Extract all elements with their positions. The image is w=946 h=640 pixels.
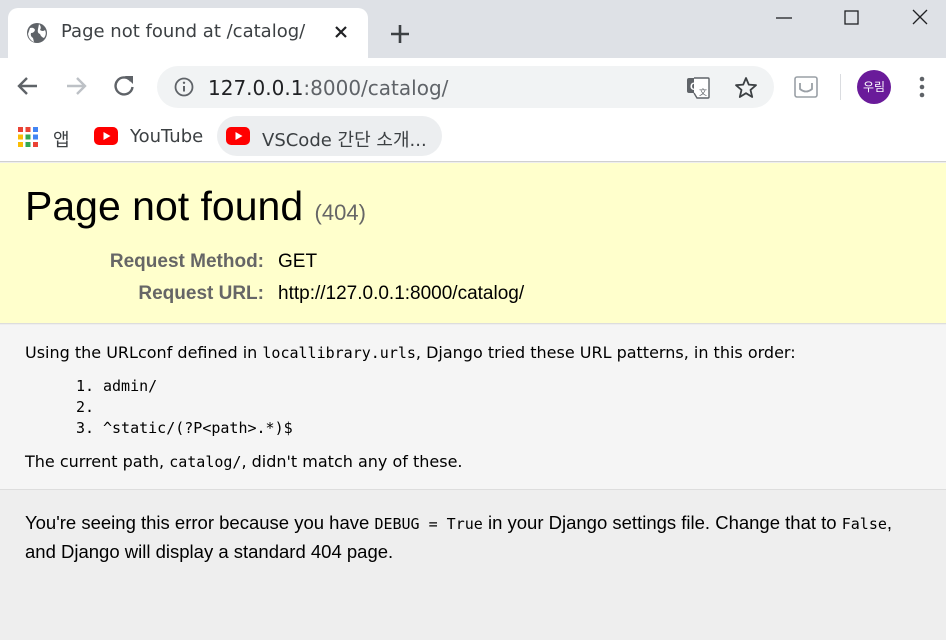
url-pattern-item: 3. ^static/(?P<path>.*)$ [76, 418, 293, 439]
current-prefix: The current path, [25, 452, 170, 471]
toolbar-separator [840, 74, 841, 100]
bookmarks-bar: 앱 YouTube VSCode 간단 소개... [0, 114, 946, 162]
debug-explanation: You're seeing this error because you hav… [25, 509, 925, 565]
bookmark-apps[interactable]: 앱 [8, 116, 78, 156]
intro-prefix: Using the URLconf defined in [25, 343, 263, 362]
close-tab-icon[interactable] [330, 21, 352, 43]
current-path: catalog/ [169, 453, 242, 471]
explain-part: You're seeing this error because you hav… [25, 512, 375, 533]
bookmark-vscode[interactable]: VSCode 간단 소개... [217, 116, 442, 156]
bookmark-label: YouTube [130, 126, 204, 147]
url-pattern-item: 1. admin/ [76, 376, 293, 397]
youtube-icon [94, 127, 118, 145]
intro-suffix: , Django tried these URL patterns, in th… [415, 343, 796, 362]
reload-icon[interactable] [110, 72, 138, 100]
apps-grid-icon [18, 127, 38, 147]
explanation-panel: You're seeing this error because you hav… [0, 491, 946, 640]
bookmark-label: 앱 [53, 130, 70, 151]
debug-setting: DEBUG = True [374, 515, 483, 533]
url-pattern-item: 2. [76, 397, 293, 418]
request-url-value: http://127.0.0.1:8000/catalog/ [278, 283, 525, 304]
current-path-message: The current path, catalog/, didn't match… [25, 452, 463, 471]
page-content: Page not found (404) Request Method: GET… [0, 163, 946, 640]
youtube-icon [226, 127, 250, 145]
toolbar: 127.0.0.1:8000/catalog/ G 文 우림 [0, 58, 946, 114]
pattern-text: ^static/(?P<path>.*)$ [103, 419, 293, 437]
url-path: :8000/catalog/ [303, 76, 449, 100]
address-bar[interactable]: 127.0.0.1:8000/catalog/ G 文 [157, 66, 774, 108]
pattern-number: 2. [76, 398, 95, 416]
url-pattern-list: 1. admin/ 2. 3. ^static/(?P<path>.*)$ [76, 376, 293, 439]
extension-icon[interactable] [793, 74, 819, 100]
browser-tab[interactable]: Page not found at /catalog/ [8, 8, 368, 58]
urlconf-name: locallibrary.urls [262, 344, 416, 362]
minimize-icon[interactable] [771, 4, 797, 30]
title-bar: Page not found at /catalog/ [0, 0, 946, 58]
url-host: 127.0.0.1 [208, 76, 304, 100]
request-url-label: Request URL: [138, 283, 264, 304]
bookmark-star-icon[interactable] [733, 75, 759, 101]
svg-text:文: 文 [699, 87, 707, 97]
status-code: (404) [314, 200, 366, 225]
page-title: Page not found (404) [25, 183, 366, 230]
pattern-number: 3. [76, 419, 95, 437]
current-suffix: , didn't match any of these. [241, 452, 463, 471]
tab-title: Page not found at /catalog/ [61, 21, 306, 42]
url-text[interactable]: 127.0.0.1:8000/catalog/ [208, 76, 448, 100]
page-title-text: Page not found [25, 183, 304, 229]
maximize-icon[interactable] [839, 4, 865, 30]
new-tab-icon[interactable] [387, 21, 413, 47]
profile-avatar[interactable]: 우림 [857, 70, 891, 104]
explain-part: in your Django settings file. Change tha… [482, 512, 842, 533]
urlconf-intro: Using the URLconf defined in locallibrar… [25, 343, 796, 362]
bookmark-label: VSCode 간단 소개... [262, 130, 427, 151]
bookmark-youtube[interactable]: YouTube [84, 116, 212, 156]
translate-icon[interactable]: G 文 [685, 75, 711, 101]
false-value: False [841, 515, 887, 533]
pattern-number: 1. [76, 377, 95, 395]
request-method-label: Request Method: [109, 251, 264, 272]
svg-text:G: G [690, 81, 699, 93]
globe-icon [27, 23, 47, 43]
info-icon[interactable] [173, 76, 195, 98]
window-close-icon[interactable] [907, 4, 933, 30]
back-icon[interactable] [14, 72, 42, 100]
summary-panel: Page not found (404) Request Method: GET… [0, 163, 946, 324]
pattern-text: admin/ [103, 377, 158, 395]
more-menu-icon[interactable] [910, 73, 934, 101]
forward-icon[interactable] [62, 72, 90, 100]
request-method-value: GET [278, 251, 318, 272]
